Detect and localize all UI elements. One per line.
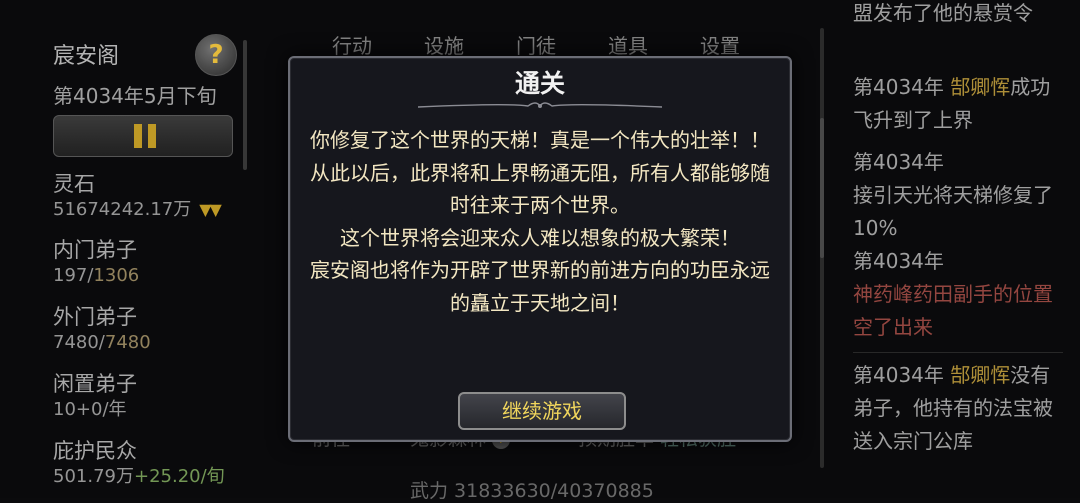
dialog-title: 通关 — [514, 69, 565, 98]
message-line: 宸安阁也将作为开辟了世界新的前进方向的功臣永远的矗立于天地之间！ — [310, 258, 770, 315]
message-line: 从此以后，此界将和上界畅通无阻，所有人都能够随时往来于两个世界。 — [310, 160, 770, 218]
message-line: 你修复了这个世界的天梯！真是一个伟大的壮举！！ — [310, 128, 770, 152]
dialog-message: 你修复了这个世界的天梯！真是一个伟大的壮举！！ 从此以后，此界将和上界畅通无阻，… — [310, 124, 770, 319]
ornament-divider — [418, 102, 662, 108]
victory-dialog: 通关 你修复了这个世界的天梯！真是一个伟大的壮举！！ 从此以后，此界将和上界畅通… — [288, 56, 792, 442]
continue-game-button[interactable]: 继续游戏 — [458, 392, 626, 430]
message-line: 这个世界将会迎来众人难以想象的极大繁荣！ — [340, 225, 740, 250]
